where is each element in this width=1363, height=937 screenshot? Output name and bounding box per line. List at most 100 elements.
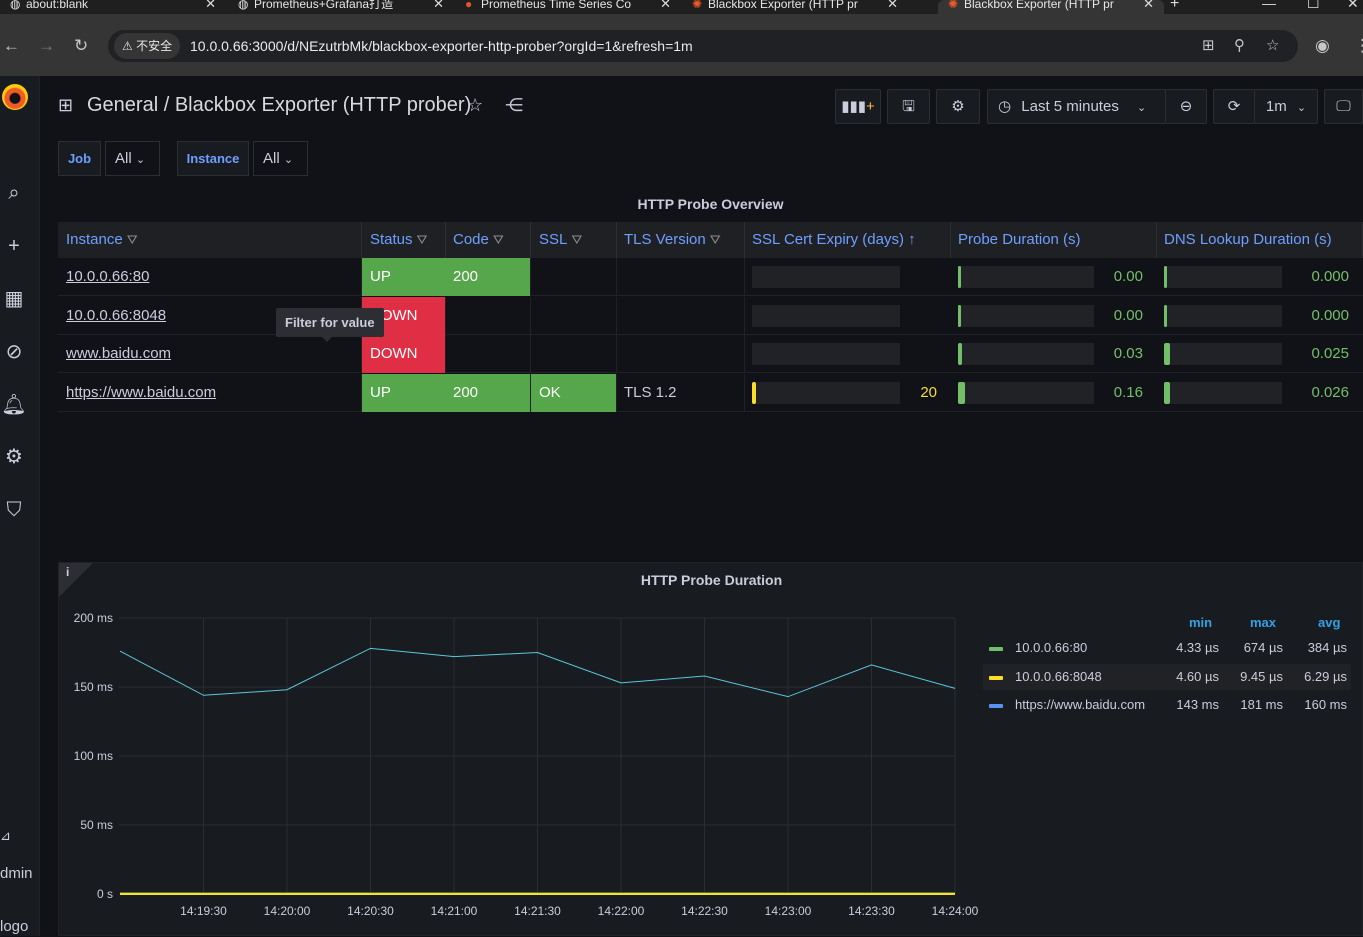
column-label: Status <box>370 231 413 248</box>
close-tab-icon[interactable]: ✕ <box>660 0 671 12</box>
variable-select-job[interactable]: All ⌄ <box>105 141 160 176</box>
chevron-down-icon: ⌄ <box>1137 102 1147 114</box>
forward-icon[interactable]: → <box>38 34 55 58</box>
browser-menu-icon[interactable]: ⋮ <box>1354 34 1363 58</box>
column-header-ssl[interactable]: SSL ⛛ <box>531 222 617 258</box>
browser-tab[interactable]: ● Prometheus Time Series Co ✕ <box>455 0 681 14</box>
filter-icon[interactable]: ⛛ <box>710 232 721 247</box>
gauge-value: 0.16 <box>1113 383 1143 401</box>
gauge-fill <box>1164 381 1170 404</box>
code-cell[interactable] <box>445 335 531 373</box>
folder-link[interactable]: General <box>87 94 158 116</box>
code-cell[interactable]: 200 <box>445 373 531 412</box>
browser-tab[interactable]: ✺ Blackbox Exporter (HTTP pr ✕ <box>682 0 908 14</box>
column-header-status[interactable]: Status ⛛ <box>362 222 446 258</box>
favorite-star-icon[interactable]: ☆ <box>467 95 483 116</box>
alerting-bell-icon[interactable]: 🔔︎ <box>0 393 28 417</box>
back-icon[interactable]: ← <box>3 34 20 58</box>
security-indicator[interactable]: ⚠ 不安全 <box>114 33 181 59</box>
variable-select-instance[interactable]: All ⌄ <box>253 141 308 176</box>
logout-partial[interactable]: logo <box>0 918 28 935</box>
explore-compass-icon[interactable]: ⊘ <box>0 340 28 364</box>
filter-icon[interactable]: ⛛ <box>127 232 138 247</box>
legend-header-max[interactable]: max <box>1250 615 1276 630</box>
legend-item[interactable]: 10.0.0.66:80 4.33 µs 674 µs 384 µs <box>983 635 1351 661</box>
browser-tab-active[interactable]: ✺ Blackbox Exporter (HTTP pr ✕ <box>938 0 1164 14</box>
instance-link[interactable]: https://www.baidu.com <box>58 373 362 412</box>
gauge-value: 0.00 <box>1113 268 1143 285</box>
column-header-dns-lookup[interactable]: DNS Lookup Duration (s) <box>1156 222 1363 258</box>
browser-tab[interactable]: ◍ about:blank ✕ <box>0 0 226 14</box>
dashboard-title[interactable]: Blackbox Exporter (HTTP prober) <box>175 94 471 116</box>
tls-version-cell[interactable] <box>616 258 745 296</box>
zoom-out-button[interactable]: ⊖ <box>1165 89 1207 124</box>
url-text[interactable]: 10.0.0.66:3000/d/NEzutrbMk/blackbox-expo… <box>190 30 693 62</box>
column-header-ssl-cert-expiry[interactable]: SSL Cert Expiry (days) ↑ <box>744 222 951 258</box>
browser-tab[interactable]: ◍ Prometheus+Grafana打造 ✕ <box>228 0 454 14</box>
save-dashboard-button[interactable]: 🖫 <box>887 89 930 124</box>
series-name[interactable]: 10.0.0.66:8048 <box>1015 664 1102 690</box>
legend-item[interactable]: https://www.baidu.com 143 ms 181 ms 160 ms <box>983 692 1351 718</box>
ssl-cell[interactable] <box>531 335 617 373</box>
address-bar[interactable]: ⚠ 不安全 10.0.0.66:3000/d/NEzutrbMk/blackbo… <box>108 30 1298 62</box>
column-header-tls-version[interactable]: TLS Version ⛛ <box>616 222 745 258</box>
browser-toolbar: ← → ↻ ⚠ 不安全 10.0.0.66:3000/d/NEzutrbMk/b… <box>0 14 1363 76</box>
create-plus-icon[interactable]: + <box>0 234 28 258</box>
user-avatar-icon[interactable]: ⊿ <box>0 828 11 844</box>
panel-title[interactable]: HTTP Probe Overview <box>58 196 1363 212</box>
search-icon[interactable]: ⌕ <box>0 181 28 205</box>
user-name-partial[interactable]: dmin <box>0 865 33 882</box>
translate-icon[interactable]: ⊞ <box>1202 30 1215 62</box>
instance-link[interactable]: www.baidu.com <box>58 335 362 373</box>
status-cell[interactable]: UP <box>362 373 446 412</box>
column-header-code[interactable]: Code ⛛ <box>445 222 531 258</box>
grafana-logo-icon[interactable] <box>2 84 28 110</box>
status-cell[interactable]: UP <box>362 258 446 296</box>
cycle-view-mode-button[interactable]: 🖵︎ <box>1324 89 1363 124</box>
legend-header-min[interactable]: min <box>1189 615 1212 630</box>
series-name[interactable]: 10.0.0.66:80 <box>1015 635 1087 661</box>
legend-item[interactable]: 10.0.0.66:8048 4.60 µs 9.45 µs 6.29 µs <box>983 663 1351 690</box>
add-panel-button[interactable]: ▮▮▮+ <box>835 89 881 124</box>
legend-header-avg[interactable]: avg <box>1318 615 1340 630</box>
close-tab-icon[interactable]: ✕ <box>887 0 898 12</box>
filter-icon[interactable]: ⛛ <box>571 232 582 247</box>
filter-icon[interactable]: ⛛ <box>417 232 428 247</box>
ssl-cell[interactable] <box>531 258 617 296</box>
series-name[interactable]: https://www.baidu.com <box>1015 692 1145 718</box>
bookmark-star-icon[interactable]: ☆ <box>1266 30 1279 62</box>
series-color-swatch[interactable] <box>989 675 1003 680</box>
refresh-button[interactable]: ⟳ <box>1213 89 1255 124</box>
refresh-interval-picker[interactable]: 1m ⌄ <box>1254 89 1318 124</box>
window-close-icon[interactable]: ✕ <box>1347 0 1359 12</box>
new-tab-icon[interactable]: + <box>1170 0 1179 13</box>
profile-icon[interactable]: ◉ <box>1315 34 1330 58</box>
share-icon[interactable]: ⋲ <box>505 95 523 116</box>
configuration-gear-icon[interactable]: ⚙ <box>0 445 28 469</box>
close-tab-icon[interactable]: ✕ <box>205 0 216 12</box>
ssl-cell[interactable] <box>531 296 617 335</box>
close-tab-icon[interactable]: ✕ <box>1143 0 1154 12</box>
time-range-picker[interactable]: ◷ Last 5 minutes ⌄ <box>987 89 1166 124</box>
column-header-probe-duration[interactable]: Probe Duration (s) <box>950 222 1157 258</box>
reload-icon[interactable]: ↻ <box>74 34 88 58</box>
minimize-icon[interactable]: — <box>1262 0 1276 11</box>
ssl-cell[interactable]: OK <box>531 373 617 412</box>
series-color-swatch[interactable] <box>989 704 1003 708</box>
series-color-swatch[interactable] <box>989 647 1003 651</box>
instance-link[interactable]: 10.0.0.66:80 <box>58 258 362 296</box>
tls-version-cell[interactable] <box>616 296 745 335</box>
tls-version-cell[interactable] <box>616 335 745 373</box>
status-cell[interactable]: DOWN <box>362 335 446 373</box>
dashboard-settings-button[interactable]: ⚙ <box>936 89 980 124</box>
code-cell[interactable] <box>445 296 531 335</box>
filter-icon[interactable]: ⛛ <box>493 232 504 247</box>
tls-version-cell[interactable]: TLS 1.2 <box>616 373 745 412</box>
zoom-icon[interactable]: ⚲ <box>1234 30 1245 62</box>
close-tab-icon[interactable]: ✕ <box>433 0 444 12</box>
dashboards-grid-icon[interactable]: ▦ <box>0 287 28 311</box>
server-admin-shield-icon[interactable]: ⛉ <box>0 498 28 522</box>
code-cell[interactable]: 200 <box>445 258 531 296</box>
maximize-icon[interactable]: ☐ <box>1307 0 1320 12</box>
column-header-instance[interactable]: Instance ⛛ <box>58 222 362 258</box>
